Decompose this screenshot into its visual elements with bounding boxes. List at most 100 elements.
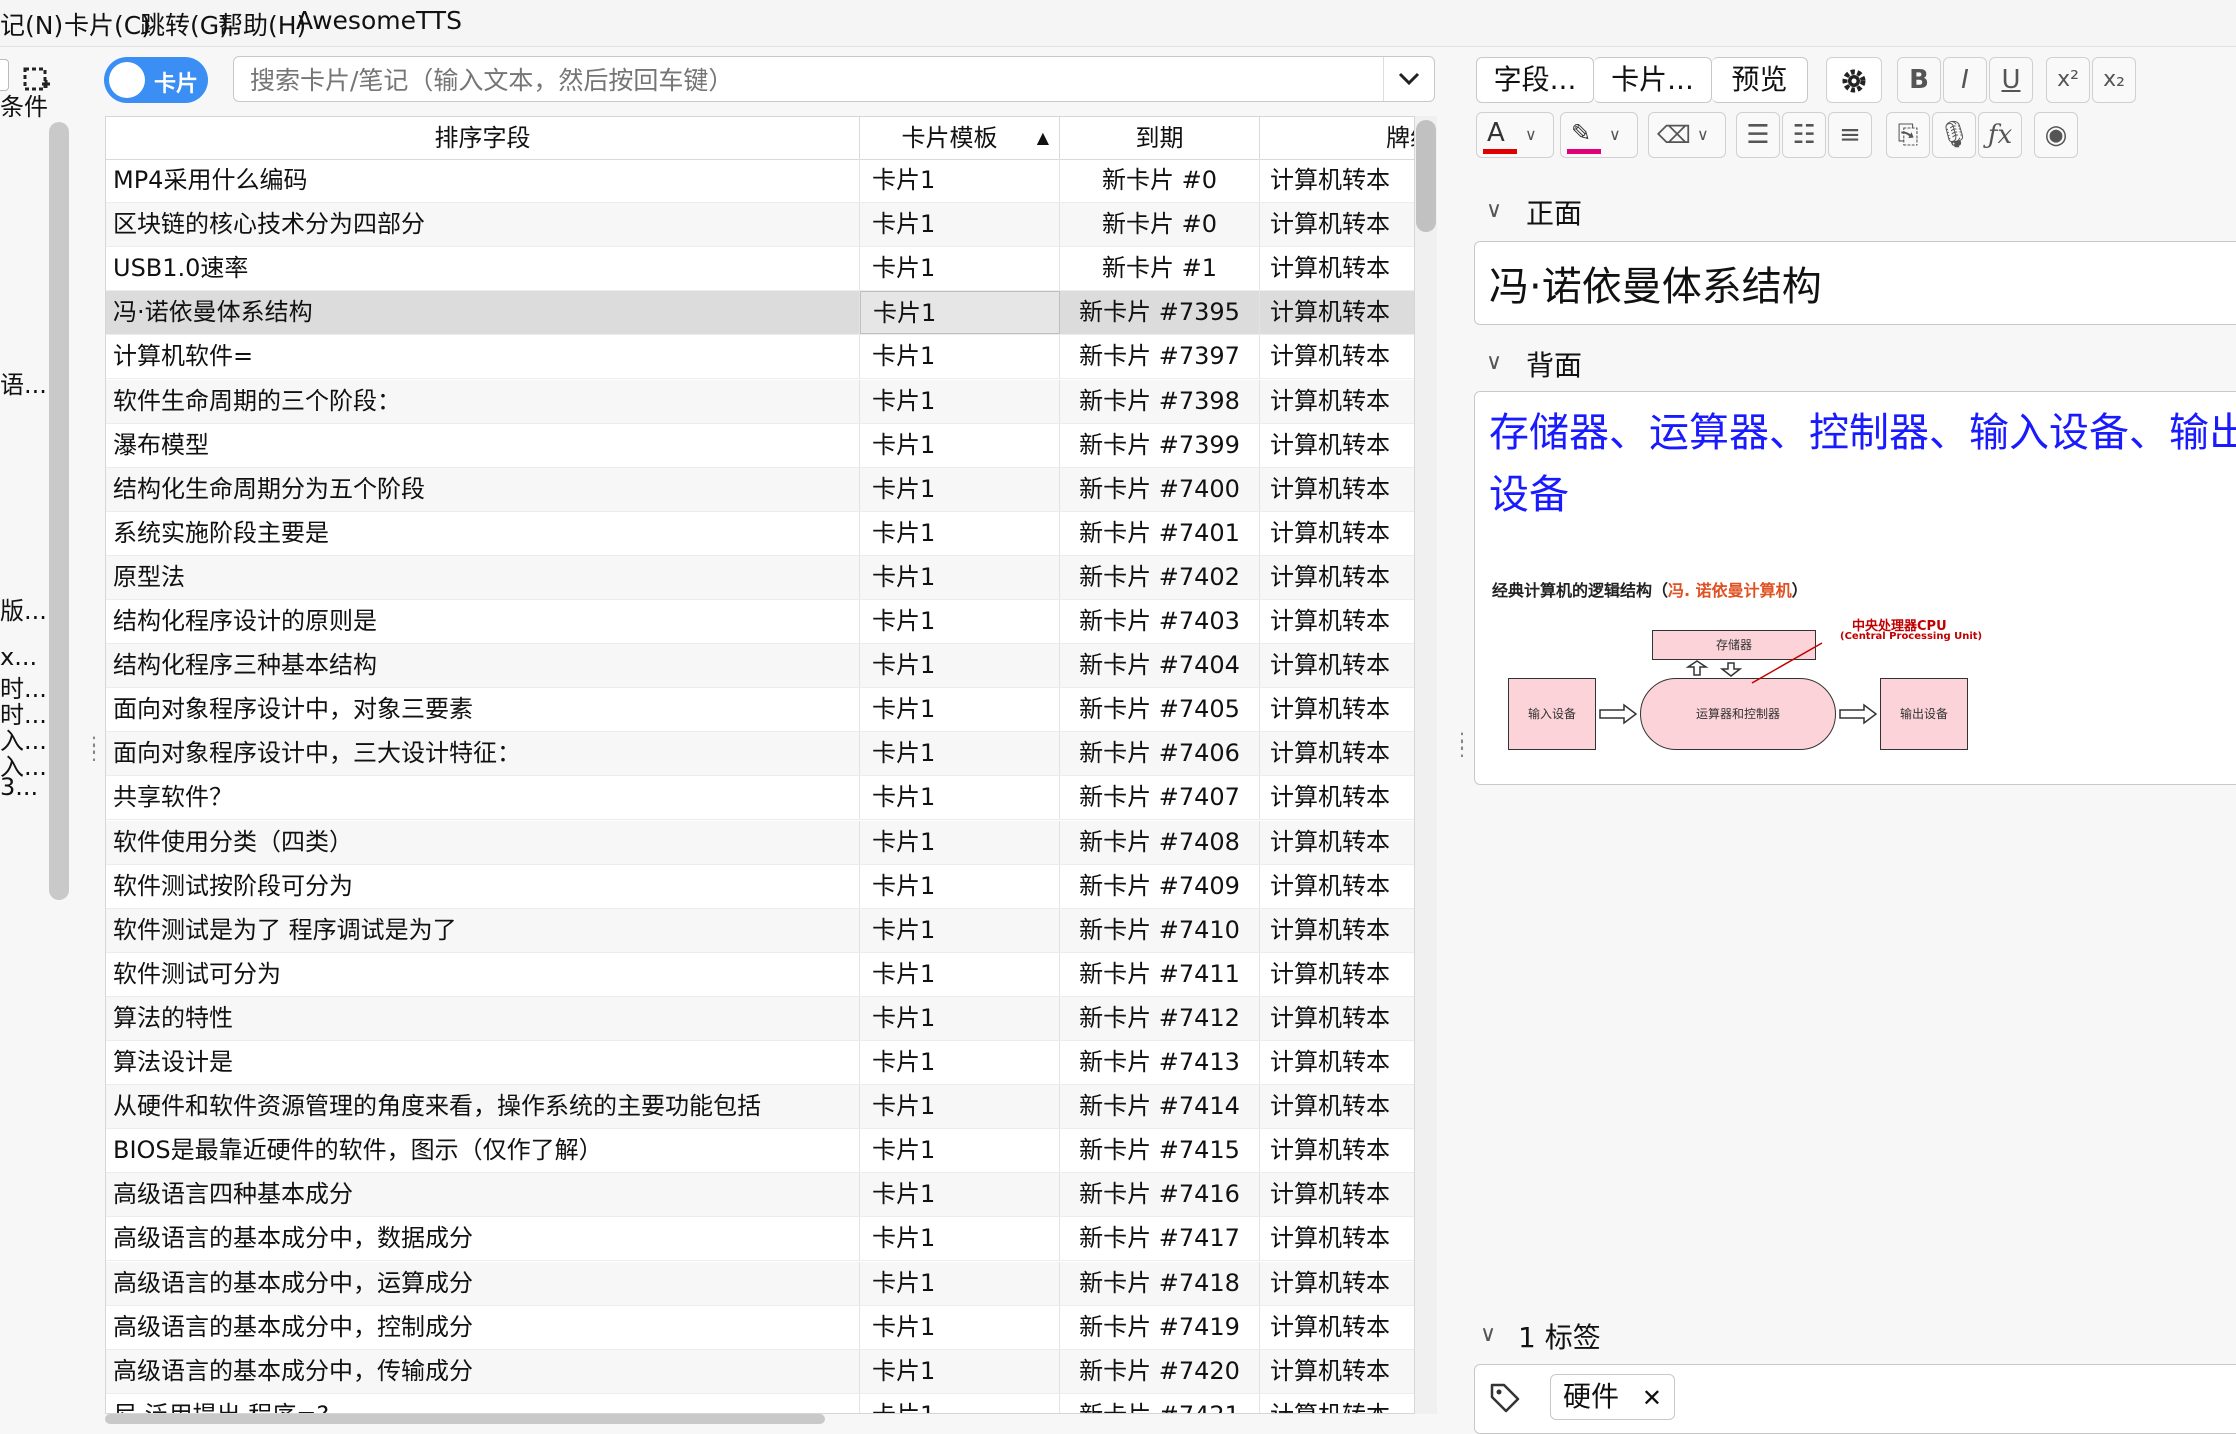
table-row[interactable]: USB1.0速率 卡片1 新卡片 #1 计算机转本 bbox=[106, 247, 1414, 292]
unordered-list-button[interactable]: ☰ bbox=[1736, 112, 1780, 158]
menu-help[interactable]: 帮助(H) bbox=[218, 6, 306, 42]
table-row[interactable]: 面向对象程序设计中，对象三要素 卡片1 新卡片 #7405 计算机转本 bbox=[106, 688, 1414, 733]
sidebar-scrollbar[interactable] bbox=[49, 122, 69, 900]
cell-deck: 计算机转本 bbox=[1270, 386, 1390, 415]
table-row[interactable]: 软件使用分类（四类） 卡片1 新卡片 #7408 计算机转本 bbox=[106, 820, 1414, 865]
remove-tag-icon[interactable]: ✕ bbox=[1642, 1384, 1662, 1412]
table-row[interactable]: MP4采用什么编码 卡片1 新卡片 #0 计算机转本 bbox=[106, 159, 1414, 203]
scrollbar-thumb[interactable] bbox=[1416, 120, 1436, 232]
cell-sort-field: 共享软件？ bbox=[106, 776, 860, 820]
cell-deck: 计算机转本 bbox=[1270, 298, 1390, 327]
cell-due: 新卡片 #7404 bbox=[1060, 644, 1260, 688]
collapse-back-icon[interactable]: ∨ bbox=[1486, 350, 1502, 375]
select-rect-icon[interactable] bbox=[22, 66, 52, 96]
cards-button[interactable]: 卡片... bbox=[1594, 57, 1712, 103]
collapse-front-icon[interactable]: ∨ bbox=[1486, 198, 1502, 223]
cell-due: 新卡片 #7411 bbox=[1060, 952, 1260, 996]
table-row[interactable]: 系统实施阶段主要是 卡片1 新卡片 #7401 计算机转本 bbox=[106, 511, 1414, 556]
subscript-button[interactable]: x₂ bbox=[2092, 57, 2136, 103]
preview-button[interactable]: 预览 bbox=[1712, 57, 1808, 103]
speaker-icon: ◉ bbox=[2044, 120, 2068, 150]
cell-deck: 计算机转本 bbox=[1270, 1048, 1390, 1076]
table-row[interactable]: 冯·诺依曼体系结构 卡片1 新卡片 #7395 计算机转本 bbox=[106, 291, 1414, 336]
table-row[interactable]: 算法的特性 卡片1 新卡片 #7412 计算机转本 bbox=[106, 996, 1414, 1041]
column-header-due[interactable]: 到期 bbox=[1060, 117, 1260, 159]
math-button[interactable]: ƒx bbox=[1978, 112, 2022, 158]
record-audio-button[interactable]: 🎙 bbox=[1932, 112, 1976, 158]
front-field-editor[interactable]: 冯·诺依曼体系结构 bbox=[1474, 241, 2236, 325]
cell-deck: 计算机转本 bbox=[1270, 1003, 1390, 1032]
table-row[interactable]: 共享软件？ 卡片1 新卡片 #7407 计算机转本 bbox=[106, 776, 1414, 821]
table-vertical-scrollbar[interactable] bbox=[1415, 116, 1437, 1414]
table-row[interactable]: 高级语言的基本成分中，控制成分 卡片1 新卡片 #7419 计算机转本 bbox=[106, 1305, 1414, 1350]
cell-sort-field: 原型法 bbox=[106, 555, 860, 599]
table-row[interactable]: BIOS是最靠近硬件的软件，图示（仅作了解） 卡片1 新卡片 #7415 计算机转本 bbox=[106, 1129, 1414, 1174]
search-input[interactable] bbox=[248, 63, 1372, 97]
cell-sort-field: 软件生命周期的三个阶段： bbox=[106, 379, 860, 423]
table-row[interactable]: 尼·泛用提出 程序=?卡片1新卡片 #7421计算机转本 bbox=[106, 1393, 1414, 1413]
table-row[interactable]: 软件测试是为了 程序调试是为了 卡片1 新卡片 #7410 计算机转本 bbox=[106, 908, 1414, 953]
cell-sort-field: 高级语言的基本成分中，数据成分 bbox=[106, 1217, 860, 1261]
italic-button[interactable]: I bbox=[1943, 57, 1987, 103]
table-header: 排序字段 卡片模板 ▲ 到期 牌组 bbox=[106, 117, 1414, 160]
bold-button[interactable]: B bbox=[1897, 57, 1941, 103]
cell-card-template: 卡片1 bbox=[860, 247, 1060, 291]
table-row[interactable]: 高级语言四种基本成分 卡片1 新卡片 #7416 计算机转本 bbox=[106, 1173, 1414, 1218]
table-row[interactable]: 高级语言的基本成分中，运算成分 卡片1 新卡片 #7418 计算机转本 bbox=[106, 1261, 1414, 1306]
font-color-swatch bbox=[1483, 149, 1517, 154]
attach-button[interactable]: ⎘ bbox=[1886, 112, 1930, 158]
table-row[interactable]: 瀑布模型 卡片1 新卡片 #7399 计算机转本 bbox=[106, 423, 1414, 468]
highlight-color-swatch bbox=[1567, 149, 1601, 154]
table-row[interactable]: 结构化生命周期分为五个阶段 卡片1 新卡片 #7400 计算机转本 bbox=[106, 467, 1414, 512]
table-row[interactable]: 软件生命周期的三个阶段： 卡片1 新卡片 #7398 计算机转本 bbox=[106, 379, 1414, 424]
table-row[interactable]: 从硬件和软件资源管理的角度来看，操作系统的主要功能包括 卡片1 新卡片 #7414 计… bbox=[106, 1085, 1414, 1130]
table-horizontal-scrollbar[interactable] bbox=[105, 1414, 825, 1424]
column-header-card-template[interactable]: 卡片模板 ▲ bbox=[860, 117, 1060, 159]
align-button[interactable]: ≡ bbox=[1828, 112, 1872, 158]
cell-due: 新卡片 #7414 bbox=[1060, 1085, 1260, 1129]
ordered-list-button[interactable]: ☷ bbox=[1782, 112, 1826, 158]
search-history-dropdown[interactable] bbox=[1383, 57, 1434, 101]
table-row[interactable]: 面向对象程序设计中，三大设计特征： 卡片1 新卡片 #7406 计算机转本 bbox=[106, 732, 1414, 777]
table-row[interactable]: 软件测试可分为 卡片1 新卡片 #7411 计算机转本 bbox=[106, 952, 1414, 997]
tts-button[interactable]: ◉ bbox=[2034, 112, 2078, 158]
table-row[interactable]: 高级语言的基本成分中，数据成分 卡片1 新卡片 #7417 计算机转本 bbox=[106, 1217, 1414, 1262]
column-header-sort-field[interactable]: 排序字段 bbox=[106, 117, 860, 159]
superscript-button[interactable]: x² bbox=[2046, 57, 2090, 103]
tag-pill[interactable]: 硬件 ✕ bbox=[1550, 1374, 1676, 1420]
table-row[interactable]: 高级语言的基本成分中，传输成分 卡片1 新卡片 #7420 计算机转本 bbox=[106, 1349, 1414, 1394]
menu-notes[interactable]: 记(N) bbox=[0, 6, 63, 42]
paperclip-icon: ⎘ bbox=[1897, 120, 1919, 150]
eraser-button[interactable]: ⌫ ∨ bbox=[1648, 112, 1726, 158]
cell-card-template: 卡片1 bbox=[860, 600, 1060, 643]
table-row[interactable]: 软件测试按阶段可分为 卡片1 新卡片 #7409 计算机转本 bbox=[106, 864, 1414, 909]
table-row[interactable]: 结构化程序设计的原则是 卡片1 新卡片 #7403 计算机转本 bbox=[106, 600, 1414, 644]
cell-sort-field: 高级语言的基本成分中，控制成分 bbox=[106, 1305, 860, 1349]
menu-awesometts[interactable]: AwesomeTTS bbox=[296, 6, 462, 35]
chevron-down-icon: ∨ bbox=[1697, 125, 1709, 144]
font-color-button[interactable]: A ∨ bbox=[1476, 112, 1554, 158]
highlight-color-button[interactable]: ✎ ∨ bbox=[1560, 112, 1638, 158]
menu-go[interactable]: 跳转(G) bbox=[140, 6, 229, 42]
cell-card-template: 卡片1 bbox=[860, 908, 1060, 952]
cell-due: 新卡片 #7413 bbox=[1060, 1041, 1260, 1084]
table-row[interactable]: 原型法 卡片1 新卡片 #7402 计算机转本 bbox=[106, 555, 1414, 600]
table-row[interactable]: 结构化程序三种基本结构 卡片1 新卡片 #7404 计算机转本 bbox=[106, 644, 1414, 689]
cell-due: 新卡片 #7409 bbox=[1060, 864, 1260, 908]
splitter-handle-right[interactable]: ⋮ ⋮ bbox=[1452, 730, 1472, 758]
settings-button[interactable] bbox=[1826, 57, 1882, 103]
splitter-handle-left[interactable]: ⋮ ⋮ bbox=[84, 734, 104, 762]
cell-deck: 计算机转本 bbox=[1270, 210, 1390, 239]
menu-cards[interactable]: 卡片(C) bbox=[64, 6, 151, 42]
table-row[interactable]: 区块链的核心技术分为四部分 卡片1 新卡片 #0 计算机转本 bbox=[106, 203, 1414, 248]
underline-button[interactable]: U bbox=[1989, 57, 2033, 103]
fields-button[interactable]: 字段... bbox=[1476, 57, 1594, 103]
cards-notes-toggle[interactable]: 卡片 bbox=[104, 57, 208, 103]
cell-deck: 计算机转本 bbox=[1270, 430, 1390, 459]
column-header-deck[interactable]: 牌组 bbox=[1260, 117, 1414, 159]
cell-due: 新卡片 #1 bbox=[1060, 247, 1260, 291]
cell-due: 新卡片 #7400 bbox=[1060, 467, 1260, 511]
table-row[interactable]: 计算机软件= 卡片1 新卡片 #7397 计算机转本 bbox=[106, 335, 1414, 380]
table-row[interactable]: 算法设计是 卡片1 新卡片 #7413 计算机转本 bbox=[106, 1041, 1414, 1085]
collapse-tags-icon[interactable]: ∨ bbox=[1480, 1322, 1496, 1347]
